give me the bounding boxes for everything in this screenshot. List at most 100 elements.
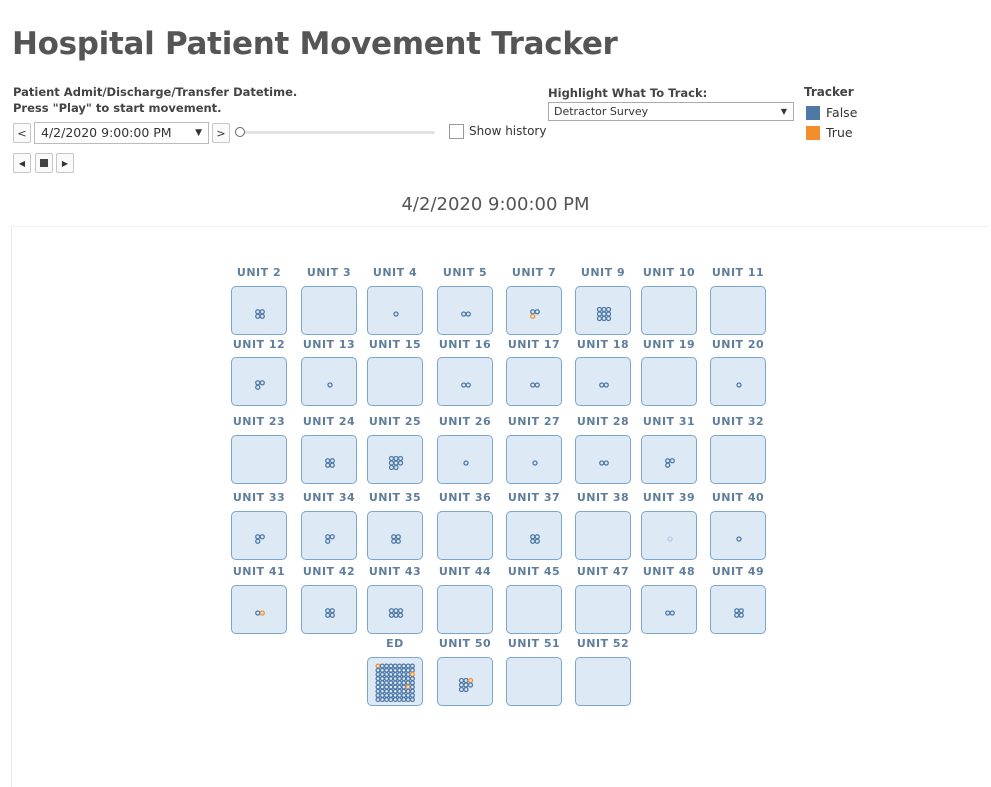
patient-dot <box>384 688 390 694</box>
stop-button[interactable] <box>35 153 53 173</box>
patient-dot <box>534 382 540 388</box>
unit-box[interactable] <box>231 435 287 484</box>
unit-box[interactable] <box>710 585 766 634</box>
unit-box[interactable] <box>506 435 562 484</box>
patient-dot <box>605 306 612 313</box>
patient-dot <box>405 676 411 682</box>
unit-box[interactable] <box>367 585 423 634</box>
patient-dots <box>463 460 469 466</box>
patient-dot <box>384 697 390 703</box>
patient-dot <box>401 684 407 690</box>
unit-box[interactable] <box>710 286 766 335</box>
patient-dot <box>458 686 465 693</box>
unit-box[interactable] <box>575 286 631 335</box>
legend-item-true[interactable]: True <box>806 125 853 140</box>
datetime-slider-track[interactable] <box>239 131 435 134</box>
patient-dots <box>667 536 673 542</box>
unit-box[interactable] <box>301 435 357 484</box>
unit-box[interactable] <box>575 511 631 560</box>
unit-box[interactable] <box>367 435 423 484</box>
unit-box[interactable] <box>367 286 423 335</box>
patient-dot <box>738 608 744 614</box>
unit-box[interactable] <box>437 657 493 706</box>
patient-dot <box>397 608 404 614</box>
unit-box[interactable] <box>641 357 697 406</box>
highlight-dropdown[interactable]: Detractor Survey ▼ <box>548 102 794 121</box>
unit-box[interactable] <box>301 357 357 406</box>
patient-dot <box>259 309 265 315</box>
legend-item-false[interactable]: False <box>806 105 857 120</box>
unit-box[interactable] <box>506 511 562 560</box>
next-date-button[interactable]: > <box>212 123 230 143</box>
unit-box[interactable] <box>710 435 766 484</box>
unit-label: UNIT 12 <box>232 338 286 351</box>
unit-label: UNIT 33 <box>232 491 286 504</box>
unit-box[interactable] <box>301 286 357 335</box>
patient-dot <box>375 671 381 677</box>
unit-box[interactable] <box>437 435 493 484</box>
patient-dot <box>530 534 536 540</box>
previous-date-button[interactable]: < <box>13 123 31 143</box>
patient-dot <box>329 608 335 614</box>
patient-dots <box>530 309 540 319</box>
unit-label: UNIT 19 <box>642 338 696 351</box>
unit-label: UNIT 31 <box>642 415 696 428</box>
unit-label: ED <box>386 637 404 650</box>
patient-dot <box>458 682 465 688</box>
patient-dot <box>409 680 415 686</box>
unit-box[interactable] <box>575 585 631 634</box>
unit-box[interactable] <box>367 657 423 706</box>
patient-dot <box>401 671 407 677</box>
highlight-label: Highlight What To Track: <box>548 86 708 100</box>
patient-dot <box>405 663 411 669</box>
unit-box[interactable] <box>575 435 631 484</box>
unit-box[interactable] <box>506 585 562 634</box>
datetime-slider-handle[interactable] <box>235 127 245 137</box>
play-button[interactable]: ▶ <box>56 153 74 173</box>
play-backward-button[interactable]: ◀ <box>13 153 31 173</box>
datetime-dropdown[interactable]: 4/2/2020 9:00:00 PM ▼ <box>34 122 209 144</box>
unit-label: UNIT 52 <box>576 637 630 650</box>
unit-box[interactable] <box>231 286 287 335</box>
unit-box[interactable] <box>437 585 493 634</box>
unit-box[interactable] <box>710 357 766 406</box>
patient-dot <box>325 608 331 614</box>
patient-dot <box>395 534 401 540</box>
unit-box[interactable] <box>301 585 357 634</box>
unit-box[interactable] <box>437 357 493 406</box>
unit-label: UNIT 7 <box>511 266 557 279</box>
unit-box[interactable] <box>506 657 562 706</box>
patient-dots <box>736 382 742 388</box>
unit-box[interactable] <box>641 511 697 560</box>
patient-dot <box>392 684 398 690</box>
unit-box[interactable] <box>231 357 287 406</box>
unit-box[interactable] <box>437 286 493 335</box>
patient-dot <box>384 692 390 698</box>
unit-box[interactable] <box>641 585 697 634</box>
unit-box[interactable] <box>641 286 697 335</box>
unit-box[interactable] <box>641 435 697 484</box>
patient-dot <box>463 677 469 684</box>
patient-dots <box>255 534 265 544</box>
patient-dot <box>255 538 261 544</box>
unit-box[interactable] <box>437 511 493 560</box>
play-backward-icon: ◀ <box>18 158 26 168</box>
unit-map-panel <box>11 226 988 787</box>
patient-dot <box>255 309 261 315</box>
patient-dot <box>384 680 390 686</box>
unit-box[interactable] <box>367 357 423 406</box>
unit-box[interactable] <box>575 657 631 706</box>
unit-box[interactable] <box>506 357 562 406</box>
unit-box[interactable] <box>301 511 357 560</box>
unit-box[interactable] <box>506 286 562 335</box>
show-history-checkbox[interactable] <box>449 124 464 139</box>
unit-box[interactable] <box>367 511 423 560</box>
unit-box[interactable] <box>710 511 766 560</box>
patient-dot <box>255 610 261 616</box>
unit-box[interactable] <box>575 357 631 406</box>
dropdown-arrow-icon: ▼ <box>780 107 787 116</box>
patient-dot <box>255 380 261 386</box>
unit-box[interactable] <box>231 511 287 560</box>
unit-box[interactable] <box>231 585 287 634</box>
patient-dot <box>405 671 411 677</box>
